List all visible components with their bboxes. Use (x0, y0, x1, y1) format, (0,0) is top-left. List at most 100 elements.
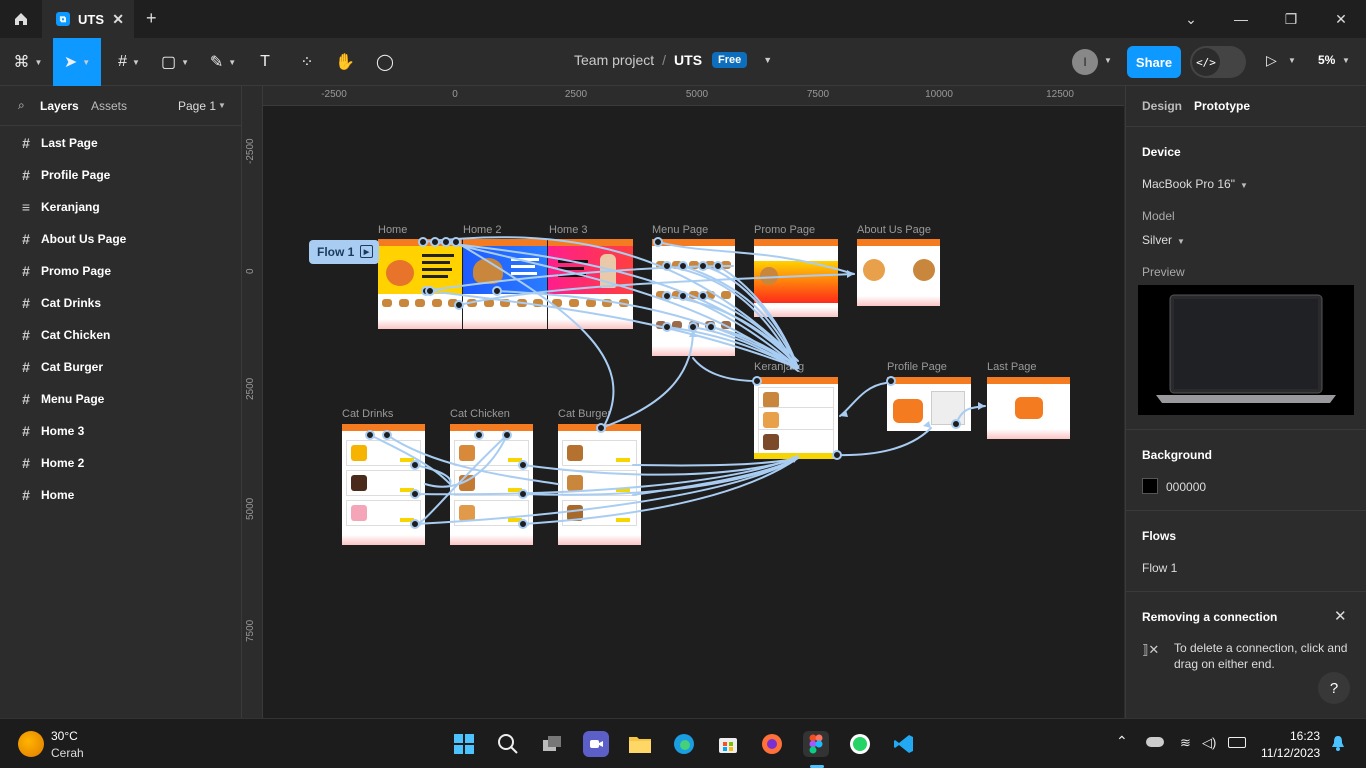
frame-label-home-3[interactable]: Home 3 (549, 224, 588, 236)
model-select[interactable]: Silver ▼ (1142, 233, 1185, 247)
layer-item[interactable]: # Home (0, 479, 241, 511)
firefox-icon[interactable] (759, 731, 785, 757)
background-hex[interactable]: 000000 (1166, 480, 1206, 494)
whatsapp-icon[interactable] (847, 731, 873, 757)
move-tool-button[interactable]: ➤ ▼ (53, 38, 101, 86)
flow-starting-point[interactable]: Flow 1 ▶ (309, 240, 379, 264)
minimize-button[interactable]: — (1216, 0, 1266, 38)
zoom-level[interactable]: 5% (1318, 53, 1335, 67)
frame-label-menu-page[interactable]: Menu Page (652, 224, 708, 236)
teams-icon[interactable] (583, 731, 609, 757)
chevron-down-icon[interactable]: ▼ (1104, 56, 1112, 65)
layer-item[interactable]: # Menu Page (0, 383, 241, 415)
chevron-down-icon[interactable]: ▼ (1288, 56, 1296, 65)
comment-tool-button[interactable]: ◯ (370, 38, 400, 86)
shape-tool-button[interactable]: ▢ ▼ (154, 38, 196, 86)
weather-icon[interactable] (18, 731, 44, 757)
close-tab-icon[interactable]: ✕ (112, 11, 124, 28)
background-swatch[interactable] (1142, 478, 1158, 494)
tab-assets[interactable]: Assets (91, 99, 127, 113)
layer-item[interactable]: # Home 3 (0, 415, 241, 447)
chevron-down-icon[interactable]: ⌄ (1166, 0, 1216, 38)
close-window-button[interactable]: ✕ (1316, 0, 1366, 38)
flow-item[interactable]: Flow 1 (1142, 561, 1177, 575)
frame-about-us-page[interactable] (857, 239, 940, 306)
page-selector[interactable]: Page 1 (178, 99, 216, 113)
frame-last-page[interactable] (987, 377, 1070, 439)
frame-home-2[interactable] (463, 239, 547, 329)
play-icon[interactable]: ▷ (1266, 52, 1277, 69)
device-select[interactable]: MacBook Pro 16" ▼ (1142, 177, 1248, 191)
new-tab-button[interactable]: + (146, 8, 157, 29)
task-view-icon[interactable] (539, 731, 565, 757)
chevron-down-icon[interactable]: ▼ (763, 55, 772, 65)
frame-label-keranjang[interactable]: Keranjang (754, 361, 804, 373)
help-button[interactable]: ? (1318, 672, 1350, 704)
notification-bell-icon[interactable] (1331, 735, 1345, 751)
layer-item[interactable]: # Cat Chicken (0, 319, 241, 351)
hand-tool-button[interactable]: ✋ (330, 38, 360, 86)
dev-mode-toggle[interactable]: </> (1190, 46, 1246, 78)
search-icon[interactable] (495, 731, 521, 757)
tab-design[interactable]: Design (1142, 99, 1182, 113)
resources-button[interactable]: ⁘ (292, 38, 322, 86)
frame-tool-button[interactable]: # ▼ (108, 38, 150, 86)
frame-promo-page[interactable] (754, 239, 838, 317)
frame-home[interactable] (378, 239, 462, 329)
close-icon[interactable]: ✕ (1334, 607, 1347, 625)
maximize-button[interactable]: ❐ (1266, 0, 1316, 38)
frame-label-home-2[interactable]: Home 2 (463, 224, 502, 236)
weather-description[interactable]: Cerah (51, 746, 84, 760)
file-explorer-icon[interactable] (627, 731, 653, 757)
file-tab[interactable]: ⧉ UTS ✕ (42, 0, 134, 38)
chevron-down-icon[interactable]: ▼ (1342, 56, 1350, 65)
text-tool-button[interactable]: T (250, 38, 280, 86)
search-icon[interactable]: ⌕ (18, 98, 25, 113)
pen-tool-button[interactable]: ✎ ▼ (202, 38, 244, 86)
microsoft-store-icon[interactable] (715, 731, 741, 757)
layer-item[interactable]: # Cat Burger (0, 351, 241, 383)
layer-item[interactable]: # Cat Drinks (0, 287, 241, 319)
weather-temperature[interactable]: 30°C (51, 729, 78, 743)
frame-label-profile-page[interactable]: Profile Page (887, 361, 947, 373)
frame-home-3[interactable] (548, 239, 633, 329)
layer-item[interactable]: # Profile Page (0, 159, 241, 191)
frame-cat-burger[interactable] (558, 424, 641, 545)
layer-item[interactable]: # Home 2 (0, 447, 241, 479)
tab-layers[interactable]: Layers (40, 99, 79, 113)
frame-cat-drinks[interactable] (342, 424, 425, 545)
file-name[interactable]: UTS (674, 52, 702, 68)
battery-icon[interactable] (1228, 737, 1246, 748)
frame-label-home[interactable]: Home (378, 224, 407, 236)
share-button[interactable]: Share (1127, 46, 1181, 78)
main-menu-button[interactable]: ⌘ ▼ (8, 38, 48, 86)
frame-label-promo-page[interactable]: Promo Page (754, 224, 815, 236)
tab-prototype[interactable]: Prototype (1194, 99, 1250, 113)
windows-start-icon[interactable] (451, 731, 477, 757)
design-canvas[interactable]: Home Home 2 Home 3 Menu Page Promo Page … (263, 106, 1124, 718)
edge-browser-icon[interactable] (671, 731, 697, 757)
frame-menu-page[interactable] (652, 239, 735, 356)
cloud-icon[interactable] (1146, 737, 1164, 747)
play-icon[interactable]: ▶ (360, 245, 373, 258)
frame-label-cat-chicken[interactable]: Cat Chicken (450, 408, 510, 420)
layer-item[interactable]: ≡ Keranjang (0, 191, 241, 223)
tray-chevron-up-icon[interactable]: ⌃ (1116, 733, 1128, 750)
chevron-down-icon[interactable]: ▼ (218, 101, 226, 110)
project-name[interactable]: Team project (574, 52, 654, 68)
frame-profile-page[interactable] (887, 377, 971, 431)
frame-label-about-us-page[interactable]: About Us Page (857, 224, 931, 236)
frame-label-cat-burger[interactable]: Cat Burger (558, 408, 611, 420)
layer-item[interactable]: # Last Page (0, 127, 241, 159)
clock-date[interactable]: 11/12/2023 (1261, 746, 1320, 760)
wifi-icon[interactable]: ≋ (1180, 735, 1191, 751)
figma-app-icon[interactable] (803, 731, 829, 757)
frame-label-cat-drinks[interactable]: Cat Drinks (342, 408, 393, 420)
vscode-icon[interactable] (891, 731, 917, 757)
avatar[interactable]: I (1072, 49, 1098, 75)
volume-icon[interactable]: ◁) (1202, 735, 1216, 751)
home-icon[interactable] (0, 0, 42, 38)
frame-cat-chicken[interactable] (450, 424, 533, 545)
frame-label-last-page[interactable]: Last Page (987, 361, 1037, 373)
layer-item[interactable]: # Promo Page (0, 255, 241, 287)
